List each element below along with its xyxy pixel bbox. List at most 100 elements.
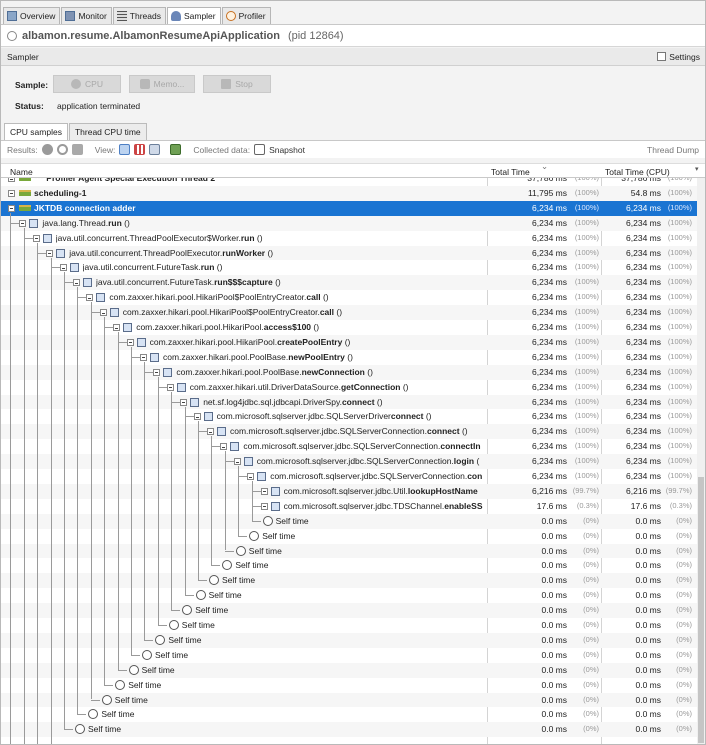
combined-view-icon[interactable]	[149, 144, 161, 155]
collapse-icon[interactable]	[19, 219, 27, 227]
self-time-row[interactable]: Self time 0.0 ms (0%) 0.0 ms (0%)	[1, 529, 697, 544]
refresh-icon[interactable]	[56, 144, 68, 155]
self-time-row[interactable]: Self time 0.0 ms (0%) 0.0 ms (0%)	[1, 648, 697, 663]
self-time-row[interactable]: Self time 0.0 ms (0%) 0.0 ms (0%)	[1, 662, 697, 678]
collapse-icon[interactable]	[59, 264, 67, 272]
method-row[interactable]: com.microsoft.sqlserver.jdbc.SQLServerCo…	[1, 424, 697, 440]
tab-thread-cpu-time[interactable]: Thread CPU time	[68, 123, 147, 140]
collapse-icon[interactable]	[220, 443, 228, 451]
column-total-time[interactable]: Total Time	[491, 167, 530, 177]
method-row[interactable]: com.zaxxer.hikari.pool.HikariPool.access…	[1, 320, 697, 335]
self-time-row[interactable]: Self time 0.0 ms (0%) 0.0 ms (0%)	[1, 678, 697, 693]
method-row[interactable]: java.util.concurrent.ThreadPoolExecutor.…	[1, 245, 697, 261]
method-row[interactable]: com.microsoft.sqlserver.jdbc.SQLServerCo…	[1, 454, 697, 469]
tab-cpu-samples[interactable]: CPU samples	[4, 123, 68, 140]
column-menu-icon[interactable]: ▾	[695, 165, 699, 173]
collapse-icon[interactable]	[126, 338, 134, 346]
self-time-row[interactable]: Self time 0.0 ms (0%) 0.0 ms (0%)	[1, 722, 697, 738]
collapse-icon[interactable]	[247, 473, 255, 480]
method-row[interactable]: java.lang.Thread.run () 6,234 ms (100%) 6,2…	[1, 215, 697, 231]
thread-row[interactable]: scheduling-1 11,795 ms (100%) 54.8 ms (100%)	[1, 185, 697, 201]
method-row[interactable]: java.util.concurrent.FutureTask.run () 6,…	[1, 260, 697, 275]
hot-spots-view-icon[interactable]	[134, 144, 146, 155]
self-time-row[interactable]: Self time 0.0 ms (0%) 0.0 ms (0%)	[1, 632, 697, 648]
record-icon[interactable]	[41, 144, 53, 155]
collapse-icon[interactable]	[99, 309, 107, 317]
self-time-row[interactable]: Self time 0.0 ms (0%) 0.0 ms (0%)	[1, 618, 697, 633]
column-name[interactable]: Name	[10, 167, 33, 177]
self-time-row[interactable]: Self time 0.0 ms (0%) 0.0 ms (0%)	[1, 513, 697, 529]
cpu-button[interactable]: CPU	[53, 75, 121, 93]
method-row[interactable]: com.zaxxer.hikari.pool.HikariPool.create…	[1, 334, 697, 350]
method-row[interactable]: com.microsoft.sqlserver.jdbc.Util.lookup…	[1, 483, 697, 499]
collapse-icon[interactable]	[46, 249, 54, 257]
method-row[interactable]: com.zaxxer.hikari.util.DriverDataSource.…	[1, 380, 697, 395]
collapse-icon[interactable]	[73, 279, 80, 287]
collapse-icon[interactable]	[113, 324, 121, 331]
collapse-icon[interactable]	[86, 294, 94, 302]
method-row[interactable]: java.util.concurrent.FutureTask.run$$$ca…	[1, 275, 697, 291]
tab-overview[interactable]: Overview	[3, 7, 61, 24]
node-label: com.microsoft.sqlserver.jdbc.SQLServerCo…	[243, 441, 485, 451]
expand-icon[interactable]	[8, 189, 15, 197]
collapse-icon[interactable]	[193, 413, 201, 421]
expand-icon[interactable]	[260, 502, 268, 510]
filter-icon[interactable]	[170, 144, 182, 155]
collapse-icon[interactable]	[32, 234, 40, 242]
method-row[interactable]: net.sf.log4jdbc.sql.jdbcapi.DriverSpy.co…	[1, 394, 697, 410]
self-time-row[interactable]: Self time 0.0 ms (0%) 0.0 ms (0%)	[1, 588, 697, 603]
cpu-time-cell: 6,234 ms	[626, 396, 661, 407]
method-row[interactable]: com.microsoft.sqlserver.jdbc.TDSChannel.…	[1, 499, 697, 514]
method-row[interactable]: com.zaxxer.hikari.pool.PoolBase.newPoolE…	[1, 350, 697, 365]
collapse-icon[interactable]	[180, 398, 188, 406]
scrollbar-thumb[interactable]	[698, 477, 704, 743]
clock-icon	[222, 560, 233, 571]
method-row[interactable]: com.zaxxer.hikari.pool.HikariPool$PoolEn…	[1, 305, 697, 320]
self-time-row[interactable]: Self time 0.0 ms (0%) 0.0 ms (0%)	[1, 603, 697, 618]
tab-threads[interactable]: Threads	[112, 7, 166, 24]
node-label: Self time	[262, 531, 485, 541]
tab-label: Sampler	[183, 11, 216, 21]
self-time-row[interactable]: Self time 0.0 ms (0%) 0.0 ms (0%)	[1, 558, 697, 573]
collapse-icon[interactable]	[153, 368, 161, 376]
memory-button[interactable]: Memo...	[129, 75, 195, 93]
total-percent-cell: (100%)	[574, 396, 599, 406]
node-label: *** Profiler Agent Special Execution Thr…	[34, 178, 485, 183]
method-row[interactable]: com.microsoft.sqlserver.jdbc.SQLServerDr…	[1, 409, 697, 424]
snapshot-button[interactable]: Snapshot	[269, 145, 305, 155]
expand-icon[interactable]	[8, 178, 15, 182]
node-label: Self time	[101, 709, 485, 719]
stop-button[interactable]: Stop	[203, 75, 271, 93]
collapse-icon[interactable]	[140, 353, 147, 361]
collapse-icon[interactable]	[166, 383, 174, 391]
self-time-row[interactable]: Self time 0.0 ms (0%) 0.0 ms (0%)	[1, 543, 697, 559]
self-time-row[interactable]: Self time 0.0 ms (0%) 0.0 ms (0%)	[1, 692, 697, 708]
tab-profiler[interactable]: Profiler	[221, 7, 271, 24]
settings-checkbox[interactable]	[657, 52, 667, 61]
method-row[interactable]: com.microsoft.sqlserver.jdbc.SQLServerCo…	[1, 439, 697, 454]
clear-icon[interactable]	[71, 144, 83, 155]
method-row[interactable]: com.zaxxer.hikari.pool.PoolBase.newConne…	[1, 364, 697, 380]
collapse-icon[interactable]	[207, 428, 214, 436]
tab-sampler[interactable]: Sampler	[166, 7, 221, 24]
expand-icon[interactable]	[260, 487, 268, 495]
node-suffix: ()	[374, 396, 383, 407]
node-label: net.sf.log4jdbc.sql.jdbcapi.DriverSpy.co…	[203, 397, 485, 407]
thread-row[interactable]: JKTDB connection adder 6,234 ms (100%) 6,23…	[1, 200, 697, 216]
method-row[interactable]: java.util.concurrent.ThreadPoolExecutor$…	[1, 231, 697, 246]
collapse-icon[interactable]	[233, 458, 241, 466]
clock-icon	[155, 634, 166, 645]
thread-dump-button[interactable]: Thread Dump	[647, 145, 699, 155]
collapse-icon[interactable]	[8, 204, 15, 212]
self-time-row[interactable]: Self time 0.0 ms (0%) 0.0 ms (0%)	[1, 707, 697, 722]
cpu-percent-cell: (100%)	[667, 307, 692, 317]
tab-monitor[interactable]: Monitor	[61, 7, 112, 24]
self-time-row[interactable]: Self time 0.0 ms (0%) 0.0 ms (0%)	[1, 573, 697, 589]
method-row[interactable]: com.zaxxer.hikari.pool.HikariPool$PoolEn…	[1, 290, 697, 305]
settings-toggle[interactable]: Settings	[657, 52, 700, 62]
cpu-time-cell: 0.0 ms	[635, 575, 661, 586]
thread-row[interactable]: *** Profiler Agent Special Execution Thr…	[1, 178, 697, 186]
column-total-time-cpu[interactable]: Total Time (CPU)	[605, 167, 670, 177]
method-row[interactable]: com.microsoft.sqlserver.jdbc.SQLServerCo…	[1, 469, 697, 484]
call-tree-view-icon[interactable]	[119, 144, 131, 155]
